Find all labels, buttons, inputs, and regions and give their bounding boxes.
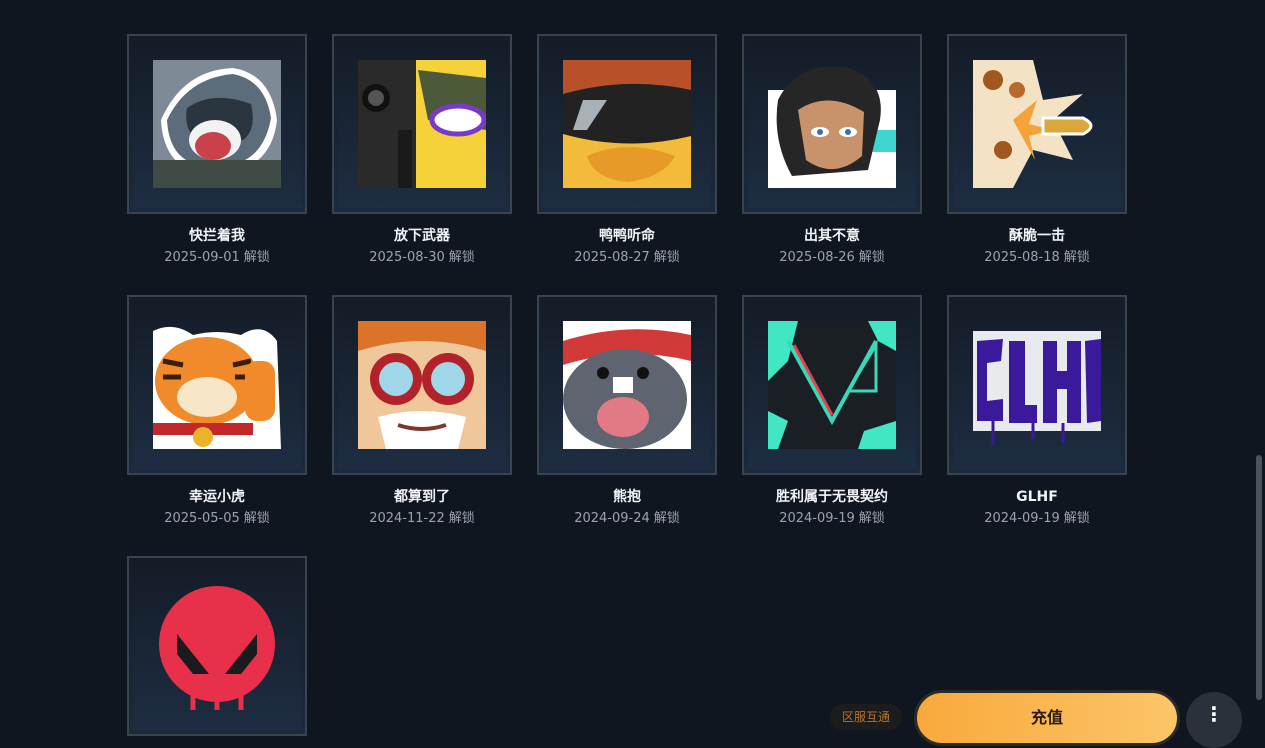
spray-card[interactable]: 酥脆一击 2025-08-18 解锁 xyxy=(947,34,1127,267)
spray-name: GLHF xyxy=(1016,489,1058,505)
spray-name: 鸭鸭听命 xyxy=(599,228,655,244)
spray-frame xyxy=(742,34,922,214)
duck-with-pistol-icon xyxy=(358,60,486,188)
spray-unlock-date: 2025-08-27 解锁 xyxy=(574,250,680,265)
spray-unlock-date: 2025-08-30 解锁 xyxy=(369,250,475,265)
page-scrollbar[interactable] xyxy=(1256,455,1262,700)
spray-card[interactable]: 幸运小虎 2025-05-05 解锁 xyxy=(127,295,307,528)
spray-frame xyxy=(947,295,1127,475)
spray-frame xyxy=(127,556,307,736)
spray-card[interactable] xyxy=(127,556,307,748)
spray-unlock-date: 2024-09-24 解锁 xyxy=(574,511,680,526)
spray-card[interactable]: 熊抱 2024-09-24 解锁 xyxy=(537,295,717,528)
agent-portrait-icon xyxy=(768,66,896,188)
spray-unlock-date: 2025-08-26 解锁 xyxy=(779,250,885,265)
spray-frame xyxy=(332,34,512,214)
goggles-face-icon xyxy=(358,321,486,449)
spray-frame xyxy=(742,295,922,475)
spray-unlock-date: 2024-11-22 解锁 xyxy=(369,511,475,526)
raccoon-sticker-icon xyxy=(153,60,281,188)
recharge-button[interactable]: 充值 xyxy=(914,690,1180,746)
spray-card[interactable]: 都算到了 2024-11-22 解锁 xyxy=(332,295,512,528)
bullet-burst-icon xyxy=(973,60,1093,188)
spray-unlock-date: 2025-05-05 解锁 xyxy=(164,511,270,526)
spray-card[interactable]: 快拦着我 2025-09-01 解锁 xyxy=(127,34,307,267)
spray-card[interactable]: 出其不意 2025-08-26 解锁 xyxy=(742,34,922,267)
spray-card[interactable]: 胜利属于无畏契约 2024-09-19 解锁 xyxy=(742,295,922,528)
spray-card[interactable]: 放下武器 2025-08-30 解锁 xyxy=(332,34,512,267)
spray-name: 酥脆一击 xyxy=(1009,228,1065,244)
spray-frame xyxy=(537,34,717,214)
spray-name: 幸运小虎 xyxy=(189,489,245,505)
crying-mole-icon xyxy=(563,321,691,449)
spray-name: 熊抱 xyxy=(613,489,641,505)
lucky-tiger-icon xyxy=(153,326,281,449)
spray-name: 都算到了 xyxy=(394,489,450,505)
spray-unlock-date: 2025-09-01 解锁 xyxy=(164,250,270,265)
spray-unlock-date: 2024-09-19 解锁 xyxy=(779,511,885,526)
spray-frame xyxy=(947,34,1127,214)
spray-frame xyxy=(537,295,717,475)
spray-frame xyxy=(332,295,512,475)
duck-sunglasses-icon xyxy=(563,60,691,188)
spray-name: 胜利属于无畏契约 xyxy=(776,489,888,505)
spray-card[interactable]: GLHF 2024-09-19 解锁 xyxy=(947,295,1127,528)
spray-card[interactable]: 鸭鸭听命 2025-08-27 解锁 xyxy=(537,34,717,267)
spray-frame xyxy=(127,34,307,214)
spray-name: 出其不意 xyxy=(804,228,860,244)
spray-name: 放下武器 xyxy=(394,228,450,244)
valorant-red-emblem-icon xyxy=(159,586,275,710)
spray-frame xyxy=(127,295,307,475)
spray-name: 快拦着我 xyxy=(189,228,245,244)
valorant-logo-splatter-icon xyxy=(768,321,896,449)
glhf-graffiti-icon xyxy=(973,331,1101,445)
server-interop-pill[interactable]: 区服互通 xyxy=(830,704,903,730)
spray-unlock-date: 2025-08-18 解锁 xyxy=(984,250,1090,265)
spray-unlock-date: 2024-09-19 解锁 xyxy=(984,511,1090,526)
more-menu-icon[interactable]: ⋮ xyxy=(1186,692,1242,748)
